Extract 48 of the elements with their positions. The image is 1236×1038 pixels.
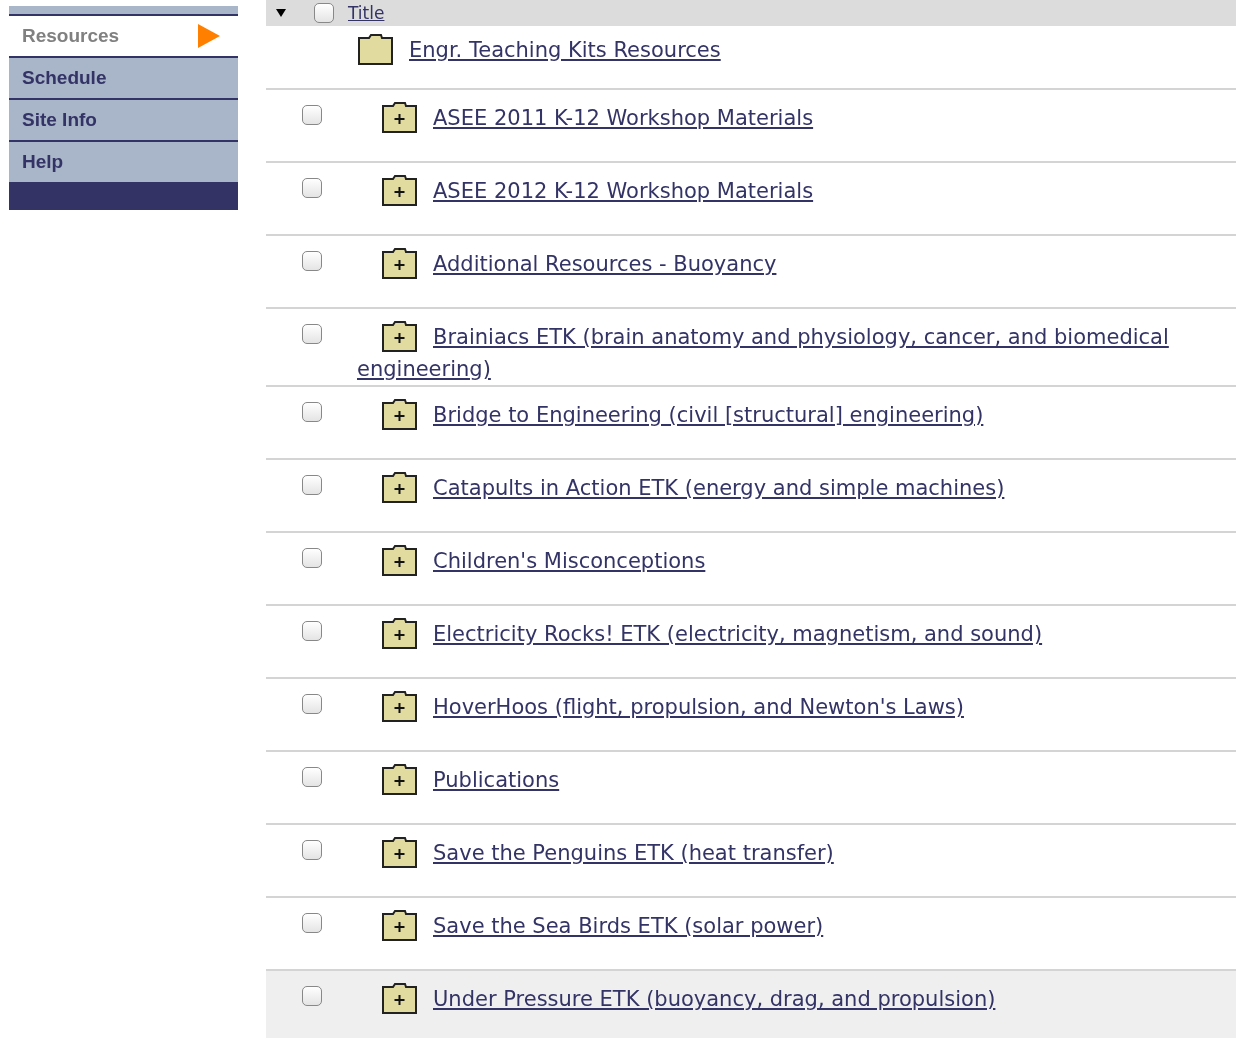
sidebar-item[interactable]: Help <box>9 140 238 182</box>
expand-folder-icon[interactable] <box>381 246 418 280</box>
expand-folder-icon[interactable] <box>381 173 418 207</box>
expand-folder-icon[interactable] <box>381 981 418 1015</box>
row-checkbox[interactable] <box>301 840 322 860</box>
sort-arrow-icon[interactable] <box>276 9 286 17</box>
expand-folder-icon[interactable] <box>381 835 418 869</box>
folder-icon <box>357 32 394 66</box>
row-checkbox[interactable] <box>301 475 322 495</box>
folder-link[interactable]: Save the Sea Birds ETK (solar power) <box>357 910 1236 942</box>
row-checkbox[interactable] <box>301 694 322 714</box>
folder-link[interactable]: HoverHoos (flight, propulsion, and Newton's Laws) <box>357 691 1236 723</box>
row-checkbox[interactable] <box>301 402 322 422</box>
folder-link[interactable]: Electricity Rocks! ETK (electricity, magnetism, and sound) <box>357 618 1236 650</box>
row-checkbox[interactable] <box>301 324 322 344</box>
folder-link[interactable]: ASEE 2011 K-12 Workshop Materials <box>357 102 1236 134</box>
expand-folder-icon[interactable] <box>381 319 418 353</box>
row-checkbox[interactable] <box>301 621 322 641</box>
row-checkbox[interactable] <box>301 548 322 568</box>
expand-folder-icon[interactable] <box>381 616 418 650</box>
folder-link[interactable]: Children's Misconceptions <box>357 545 1236 577</box>
expand-folder-icon[interactable] <box>381 470 418 504</box>
folder-link[interactable]: Under Pressure ETK (buoyancy, drag, and propulsion) <box>357 983 1236 1015</box>
row-checkbox[interactable] <box>301 105 322 125</box>
expand-folder-icon[interactable] <box>381 762 418 796</box>
row-checkbox[interactable] <box>301 767 322 787</box>
row-checkbox[interactable] <box>301 178 322 198</box>
expand-folder-icon[interactable] <box>381 100 418 134</box>
row-checkbox[interactable] <box>301 251 322 271</box>
folder-link[interactable]: ASEE 2012 K-12 Workshop Materials <box>357 175 1236 207</box>
select-all-checkbox[interactable] <box>314 3 334 23</box>
expand-folder-icon[interactable] <box>381 908 418 942</box>
folder-link[interactable]: Save the Penguins ETK (heat transfer) <box>357 837 1236 869</box>
title-column-link[interactable]: Title <box>348 3 385 23</box>
sidebar-item[interactable]: Site Info <box>9 98 238 140</box>
sidebar-item[interactable]: Schedule <box>9 56 238 98</box>
row-checkbox[interactable] <box>301 986 322 1006</box>
arrow-icon <box>198 24 220 48</box>
expand-folder-icon[interactable] <box>381 543 418 577</box>
folder-link[interactable]: Catapults in Action ETK (energy and simple machines) <box>357 472 1236 504</box>
folder-link[interactable]: Bridge to Engineering (civil [structural] engineering) <box>357 399 1236 431</box>
folder-link[interactable]: Additional Resources - Buoyancy <box>357 248 1236 280</box>
folder-link[interactable]: Publications <box>357 764 1236 796</box>
expand-folder-icon[interactable] <box>381 689 418 723</box>
folder-link[interactable]: Engr. Teaching Kits Resources <box>409 34 721 66</box>
expand-folder-icon[interactable] <box>381 397 418 431</box>
folder-link[interactable]: Brainiacs ETK (brain anatomy and physiology, cancer, and biomedical engineering) <box>357 321 1236 385</box>
row-checkbox[interactable] <box>301 913 322 933</box>
